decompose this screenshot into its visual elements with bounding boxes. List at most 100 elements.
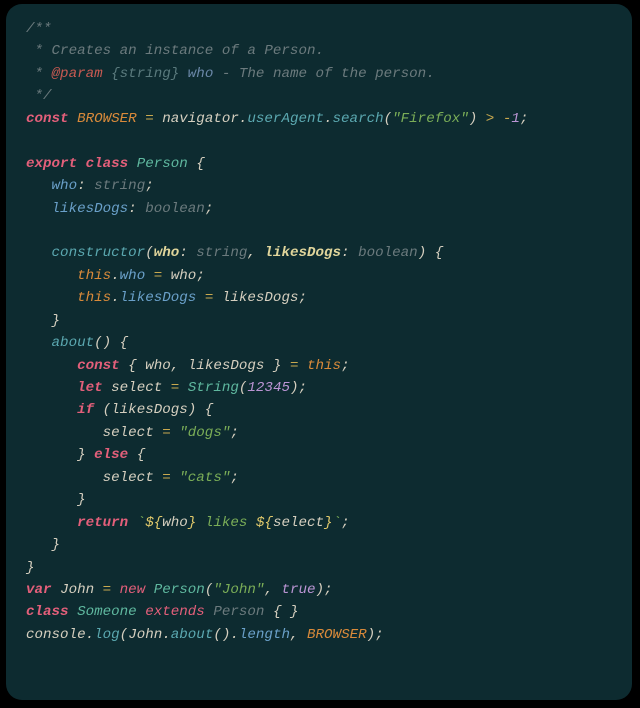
token-interp: }: [324, 515, 333, 531]
token-keyword: if: [77, 402, 94, 418]
token-punct: ;: [341, 515, 350, 531]
token-punct: [26, 290, 77, 306]
token-punct: );: [316, 582, 333, 598]
token-punct: [103, 380, 112, 396]
token-ident: who: [171, 268, 197, 284]
token-methodcall: userAgent: [247, 111, 324, 127]
token-funcname: constructor: [52, 245, 146, 261]
token-keyword: const: [26, 111, 69, 127]
code-line: }: [26, 537, 60, 553]
token-punct: [171, 470, 180, 486]
token-punct: [171, 425, 180, 441]
token-ident: select: [103, 470, 154, 486]
token-punct: (: [94, 402, 111, 418]
code-line: }: [26, 560, 35, 576]
token-punct: .: [111, 268, 120, 284]
token-this: this: [307, 358, 341, 374]
token-punct: }: [264, 358, 290, 374]
token-string: "cats": [179, 470, 230, 486]
token-operator: =: [145, 111, 154, 127]
token-punct: .: [86, 627, 95, 643]
token-ident: who: [145, 358, 171, 374]
token-punct: .: [111, 290, 120, 306]
token-punct: .: [324, 111, 333, 127]
code-line: likesDogs: boolean;: [26, 201, 213, 217]
token-doctag: @param: [52, 66, 103, 82]
token-classname: Someone: [77, 604, 137, 620]
token-punct: }: [26, 447, 94, 463]
token-punct: }: [26, 560, 35, 576]
token-type: boolean: [145, 201, 205, 217]
token-punct: .: [162, 627, 171, 643]
token-builtin: String: [188, 380, 239, 396]
code-line: about() {: [26, 335, 128, 351]
token-comment: [103, 66, 112, 82]
token-ident: navigator: [162, 111, 239, 127]
token-punct: ;: [230, 425, 239, 441]
token-type: string: [94, 178, 145, 194]
token-ident: select: [103, 425, 154, 441]
token-punct: [94, 582, 103, 598]
token-interp: ${: [256, 515, 273, 531]
token-keyword: class: [86, 156, 129, 172]
token-punct: [26, 515, 77, 531]
token-punct: (: [145, 245, 154, 261]
token-punct: [128, 515, 137, 531]
token-punct: [213, 290, 222, 306]
code-line: /**: [26, 21, 52, 37]
token-ident: console: [26, 627, 86, 643]
token-keyword: let: [77, 380, 103, 396]
token-punct: [145, 582, 154, 598]
code-line: var John = new Person("John", true);: [26, 582, 333, 598]
token-methodcall: about: [171, 627, 214, 643]
code-line: select = "cats";: [26, 470, 239, 486]
token-punct: [179, 380, 188, 396]
token-paramname: likesDogs: [264, 245, 341, 261]
token-punct: :: [179, 245, 196, 261]
token-ident: likesDogs: [188, 358, 265, 374]
code-line: * Creates an instance of a Person.: [26, 43, 324, 59]
token-punct: ;: [196, 268, 205, 284]
token-punct: [162, 380, 171, 396]
token-punct: }: [26, 537, 60, 553]
token-punct: [69, 604, 78, 620]
token-punct: [26, 245, 52, 261]
code-line: select = "dogs";: [26, 425, 239, 441]
token-keyword2: extends: [145, 604, 205, 620]
token-methodcall: search: [333, 111, 384, 127]
token-comment: * Creates an instance of a Person.: [26, 43, 324, 59]
token-punct: ;: [145, 178, 154, 194]
token-punct: ,: [290, 627, 307, 643]
token-operator: =: [162, 425, 171, 441]
token-punct: [111, 582, 120, 598]
token-constname: BROWSER: [307, 627, 367, 643]
token-paramname: who: [154, 245, 180, 261]
token-punct: (: [384, 111, 393, 127]
token-prop: who: [52, 178, 78, 194]
token-punct: ().: [213, 627, 239, 643]
token-punct: :: [341, 245, 358, 261]
token-punct: [26, 425, 103, 441]
token-punct: [52, 582, 61, 598]
token-punct: );: [367, 627, 384, 643]
token-punct: [69, 111, 78, 127]
token-punct: :: [77, 178, 94, 194]
code-line: this.likesDogs = likesDogs;: [26, 290, 307, 306]
token-constname: BROWSER: [77, 111, 137, 127]
token-punct: [298, 358, 307, 374]
token-interp: ${: [145, 515, 162, 531]
token-punct: [77, 156, 86, 172]
token-punct: [128, 156, 137, 172]
token-punct: {: [188, 156, 205, 172]
token-ident: select: [111, 380, 162, 396]
token-punct: ) {: [188, 402, 214, 418]
token-punct: ,: [247, 245, 264, 261]
token-prop: who: [120, 268, 146, 284]
code-line: const BROWSER = navigator.userAgent.sear…: [26, 111, 528, 127]
token-string: "Firefox": [392, 111, 469, 127]
token-docparam: who: [188, 66, 214, 82]
token-classname: Person: [137, 156, 188, 172]
code-line: constructor(who: string, likesDogs: bool…: [26, 245, 443, 261]
token-doctype: {string}: [111, 66, 179, 82]
token-ident: likesDogs: [222, 290, 299, 306]
